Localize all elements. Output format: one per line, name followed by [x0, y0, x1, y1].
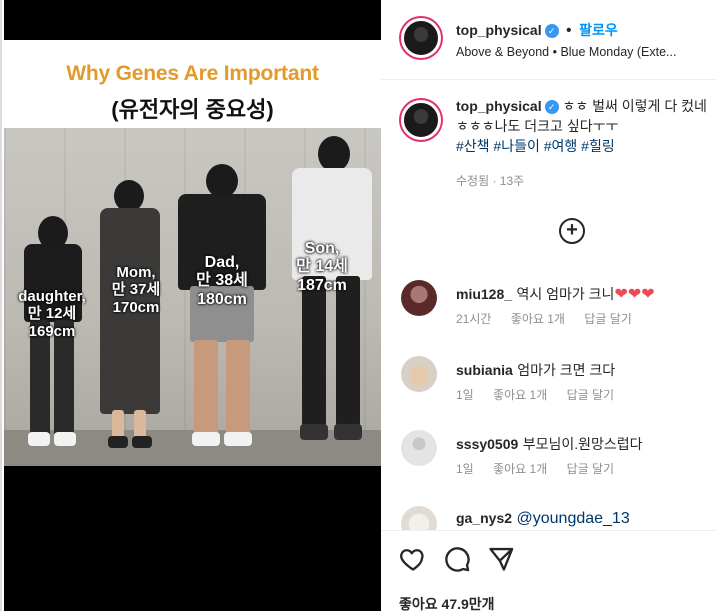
label-daughter: daughter, 만 12세 169cm	[6, 288, 98, 340]
comment-likes[interactable]: 좋아요 1개	[511, 312, 565, 326]
comment-avatar[interactable]	[401, 430, 437, 466]
reply-button[interactable]: 답글 달기	[567, 462, 615, 476]
caption-username[interactable]: top_physical	[456, 98, 542, 114]
caption-time[interactable]: 13주	[500, 174, 524, 188]
media-title-card: Why Genes Are Important (유전자의 중요성)	[4, 40, 381, 128]
plus-circle-icon[interactable]: +	[559, 218, 585, 244]
caption-author-avatar[interactable]	[401, 100, 441, 140]
comment-username[interactable]: ga_nys2	[456, 510, 512, 526]
comment-likes[interactable]: 좋아요 1개	[493, 388, 547, 402]
son-shoe-right	[334, 424, 362, 440]
comment-time[interactable]: 1일	[456, 462, 474, 476]
comment-line: ga_nys2 @youngdae_13	[456, 510, 630, 528]
verified-badge-icon: ✓	[544, 23, 559, 38]
comment-username[interactable]: subiania	[456, 362, 513, 378]
comment-username[interactable]: miu128_	[456, 286, 512, 302]
son-shoe-left	[300, 424, 328, 440]
paper-plane-icon[interactable]	[487, 545, 515, 573]
comment-text: 부모님이.원망스럽다	[522, 436, 643, 452]
caption-text-block: top_physical ✓ ㅎㅎ 벌써 이렇게 다 컸네ㅎㅎㅎ나도 더크고 싶다…	[456, 96, 711, 156]
likes-count[interactable]: 좋아요 47.9만개	[399, 594, 495, 611]
author-username[interactable]: top_physical	[456, 22, 542, 38]
post-header: top_physical ✓ • 팔로우 Above & Beyond • Blu…	[381, 0, 717, 80]
author-line: top_physical ✓ • 팔로우	[456, 20, 618, 40]
mom-shoe-left	[108, 436, 128, 448]
follow-button[interactable]: 팔로우	[579, 22, 618, 38]
action-bar: 좋아요 47.9만개	[381, 530, 717, 611]
comment-bubble-icon[interactable]	[443, 545, 471, 573]
media-title-korean: (유전자의 중요성)	[111, 97, 274, 122]
author-avatar[interactable]	[401, 18, 441, 58]
label-daughter-role: daughter,	[18, 288, 86, 305]
comment-username[interactable]: sssy0509	[456, 436, 518, 452]
comment-text: 엄마가 크면 크다	[517, 362, 616, 378]
comment-meta: 1일 좋아요 1개 답글 달기	[456, 460, 630, 477]
label-dad-height: 180cm	[197, 290, 247, 308]
family-photo: daughter, 만 12세 169cm Mom, 만 37세 170cm D…	[4, 128, 381, 466]
comment-line: miu128_ 역시 엄마가 크니❤❤❤	[456, 284, 655, 304]
person-mom	[90, 180, 170, 466]
heart-emoji-icon: ❤❤❤	[614, 286, 655, 303]
caption-hashtags[interactable]: #산책 #나들이 #여행 #힐링	[456, 138, 615, 154]
reply-button[interactable]: 답글 달기	[567, 388, 615, 402]
label-dad-role: Dad,	[204, 254, 240, 271]
son-leg-left	[302, 276, 326, 426]
comment-text: 역시 엄마가 크니	[516, 286, 615, 302]
label-son-role: Son,	[304, 240, 340, 257]
comment-likes[interactable]: 좋아요 1개	[493, 462, 547, 476]
dad-shoe-right	[224, 432, 252, 446]
post-sidebar: top_physical ✓ • 팔로우 Above & Beyond • Blu…	[381, 0, 717, 611]
dad-leg-right	[226, 340, 250, 436]
comment-line: sssy0509 부모님이.원망스럽다	[456, 434, 643, 454]
dad-head	[206, 164, 238, 198]
label-daughter-height: 169cm	[28, 322, 76, 340]
label-mom: Mom, 만 37세 170cm	[100, 264, 172, 316]
comment-avatar[interactable]	[401, 280, 437, 316]
label-son: Son, 만 14세 187cm	[286, 240, 358, 295]
post-media[interactable]: Why Genes Are Important (유전자의 중요성) daugh…	[4, 0, 381, 611]
daughter-shoe-left	[28, 432, 50, 446]
comment-time[interactable]: 1일	[456, 388, 474, 402]
caption-meta: 수정됨 · 13주	[456, 174, 525, 188]
reply-button[interactable]: 답글 달기	[584, 312, 632, 326]
song-info[interactable]: Above & Beyond • Blue Monday (Exte...	[456, 45, 676, 59]
comment-line: subiania 엄마가 크면 크다	[456, 360, 615, 380]
caption-verified-badge-icon: ✓	[544, 100, 559, 115]
label-dad: Dad, 만 38세 180cm	[184, 254, 260, 309]
media-title-english: Why Genes Are Important	[66, 62, 319, 85]
heart-icon[interactable]	[399, 545, 427, 573]
mom-shoe-right	[132, 436, 152, 448]
person-dad	[174, 164, 270, 466]
comment-mention[interactable]: @youngdae_13	[517, 510, 630, 527]
son-leg-right	[336, 276, 360, 426]
label-mom-height: 170cm	[112, 298, 160, 316]
comment-meta: 21시간 좋아요 1개 답글 달기	[456, 310, 648, 327]
daughter-shoe-right	[54, 432, 76, 446]
label-daughter-age: 만 12세	[27, 305, 77, 323]
person-son	[286, 136, 378, 466]
dad-leg-left	[194, 340, 218, 436]
label-son-age: 만 14세	[296, 258, 348, 276]
label-son-height: 187cm	[297, 276, 347, 294]
label-dad-age: 만 38세	[196, 272, 248, 290]
person-daughter	[16, 216, 88, 466]
post-window: Why Genes Are Important (유전자의 중요성) daugh…	[0, 0, 717, 611]
edited-label: 수정됨	[456, 174, 490, 188]
son-head	[318, 136, 350, 172]
label-mom-role: Mom,	[116, 264, 156, 281]
comment-time[interactable]: 21시간	[456, 312, 491, 326]
comment-avatar[interactable]	[401, 356, 437, 392]
label-mom-age: 만 37세	[111, 281, 161, 299]
dot-separator: •	[566, 22, 572, 39]
dad-shoe-left	[192, 432, 220, 446]
comment-meta: 1일 좋아요 1개 답글 달기	[456, 386, 630, 403]
